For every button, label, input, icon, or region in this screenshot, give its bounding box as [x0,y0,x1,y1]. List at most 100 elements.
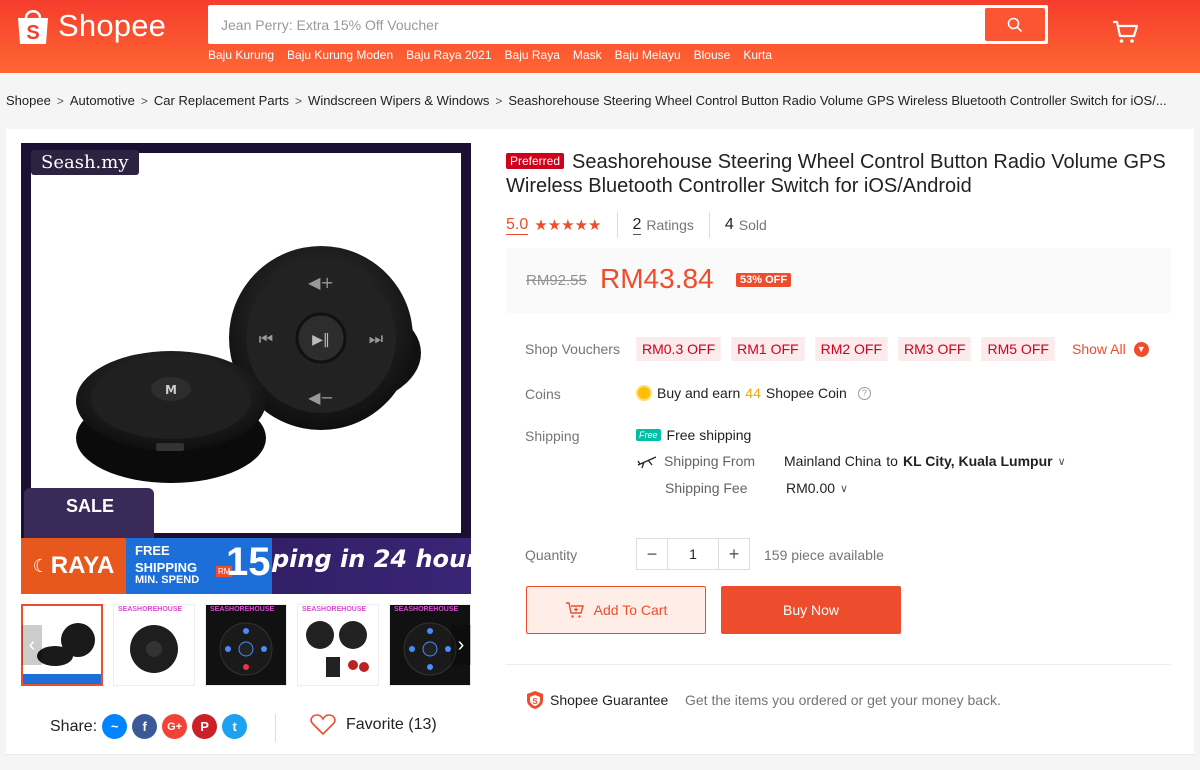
voucher-tag[interactable]: RM3 OFF [897,337,972,361]
pinterest-icon[interactable]: P [192,714,218,739]
suggestion-link[interactable]: Baju Raya 2021 [406,48,491,62]
product-title-text: Seashorehouse Steering Wheel Control But… [506,151,1166,197]
ratings-count[interactable]: 2 [632,216,642,235]
favorite-button[interactable]: Favorite (13) [310,714,437,736]
chevron-left-icon[interactable]: ‹ [22,625,42,665]
suggestion-link[interactable]: Kurta [743,48,772,62]
buy-now-button[interactable]: Buy Now [721,586,901,634]
shipping-origin: Mainland China [784,453,882,469]
chevron-down-icon[interactable]: ∨ [840,482,848,495]
brand-watermark: Seash.my [31,150,139,175]
controller-thumb-image [130,625,178,673]
facebook-icon[interactable]: f [132,714,158,739]
svg-text:M: M [165,383,177,397]
add-to-cart-label: Add To Cart [593,602,668,618]
coins-amount: 44 [745,385,761,401]
divider [708,212,710,238]
thumbnail[interactable]: SEASHOREHOUSE [205,604,287,686]
decrease-button[interactable]: − [636,538,668,570]
suggestion-link[interactable]: Blouse [694,48,731,62]
google-plus-icon[interactable]: G+ [162,714,188,739]
cart-icon[interactable] [1110,16,1140,46]
shipping-destination[interactable]: KL City, Kuala Lumpur [903,453,1053,469]
shipping-fee: Shipping Fee RM0.00 ∨ [665,480,848,496]
breadcrumb-link[interactable]: Car Replacement Parts [154,93,289,108]
suggestion-link[interactable]: Baju Raya [505,48,560,62]
svg-text:⏭: ⏭ [369,329,383,348]
voucher-tag[interactable]: RM1 OFF [730,337,805,361]
raya-text: RAYA [50,552,115,579]
guarantee-text: Get the items you ordered or get your mo… [685,692,1001,708]
coin-icon [636,385,652,401]
add-to-cart-button[interactable]: Add To Cart [526,586,706,634]
thumb-label: SEASHOREHOUSE [118,606,183,613]
divider [616,212,618,238]
sold-label: Sold [738,217,767,233]
divider [275,714,276,742]
top-header: S Shopee Baju Kurung Baju Kurung Moden B… [0,0,1200,73]
increase-button[interactable]: + [718,538,750,570]
shipping-label: Shipping [525,428,580,444]
vouchers-label: Shop Vouchers [525,341,620,357]
suggestion-link[interactable]: Baju Kurung Moden [287,48,393,62]
shield-icon: S [527,691,543,709]
voucher-tag[interactable]: RM0.3 OFF [634,337,722,361]
breadcrumb-current: Seashorehouse Steering Wheel Control But… [508,93,1167,108]
quantity-stepper: − 1 + [636,538,750,570]
shopee-guarantee[interactable]: S Shopee Guarantee [526,690,668,710]
show-all-label: Show All [1072,341,1126,357]
search-suggestions: Baju Kurung Baju Kurung Moden Baju Raya … [208,48,772,62]
free-line-1: FREE [135,543,170,558]
original-price: RM92.55 [526,272,587,289]
messenger-icon[interactable]: ~ [102,714,128,739]
sale-badge: SALE [24,488,154,538]
free-shipping-banner: FREE SHIPPING MIN. SPEND RM 15 [126,538,272,594]
search-button[interactable] [985,8,1045,41]
voucher-tag[interactable]: RM5 OFF [980,337,1055,361]
quantity-input[interactable]: 1 [668,538,718,570]
guarantee-title: Shopee Guarantee [550,692,669,708]
shopee-logo[interactable]: S Shopee [14,6,166,46]
thumb-label: SEASHOREHOUSE [302,606,367,613]
chevron-right-icon[interactable]: › [451,625,471,665]
free-line-3: MIN. SPEND [135,574,200,586]
voucher-list: RM0.3 OFF RM1 OFF RM2 OFF RM3 OFF RM5 OF… [634,337,1055,361]
ship-24h-text: ping in 24 hours [272,545,493,573]
shipping-from: Shipping From Mainland China to KL City,… [636,453,1066,469]
share-row: Share: ~ f G+ P t [50,714,248,739]
twitter-icon[interactable]: t [222,714,248,739]
breadcrumb-link[interactable]: Windscreen Wipers & Windows [308,93,489,108]
breadcrumb-link[interactable]: Automotive [70,93,135,108]
coins-label: Coins [525,386,561,402]
free-shipping-truck-icon: Free [636,429,661,441]
chevron-down-icon[interactable]: ∨ [1058,455,1066,468]
sold-count: 4 [724,216,734,233]
divider [506,664,1171,665]
product-title: Preferred Seashorehouse Steering Wheel Co… [506,150,1176,198]
suggestion-link[interactable]: Mask [573,48,602,62]
suggestion-link[interactable]: Baju Melayu [615,48,681,62]
raya-badge: ☾ RAYA [21,538,126,594]
breadcrumb-link[interactable]: Shopee [6,93,51,108]
show-all-vouchers[interactable]: Show All ▼ [1072,341,1149,357]
chevron-right-icon: > [495,93,503,108]
stock-available: 159 piece available [764,547,884,563]
shipping-to: to [886,453,898,469]
image-white-area: ▶‖ ◀+ ◀− ⏮ ⏭ M [31,153,461,533]
voucher-tag[interactable]: RM2 OFF [813,337,889,361]
search-bar [208,5,1048,44]
coins-text-2: Shopee Coin [765,385,847,401]
shipping-fee-value[interactable]: RM0.00 [786,480,835,496]
thumbnail[interactable]: SEASHOREHOUSE [297,604,379,686]
help-icon[interactable]: ? [857,386,871,400]
svg-text:◀+: ◀+ [308,273,334,292]
free-shipping-text: Free shipping [666,427,752,443]
discount-badge: 53% OFF [736,273,792,287]
thumbnail-strip: SEASHOREHOUSE SEASHOREHOUSE SEASHOREHOUS… [21,604,471,686]
star-rating-icon: ★★★★★ [534,217,602,234]
rating-value[interactable]: 5.0 [506,216,529,235]
search-input[interactable] [208,5,978,44]
svg-text:S: S [26,22,39,44]
suggestion-link[interactable]: Baju Kurung [208,48,274,62]
thumbnail[interactable]: SEASHOREHOUSE [113,604,195,686]
